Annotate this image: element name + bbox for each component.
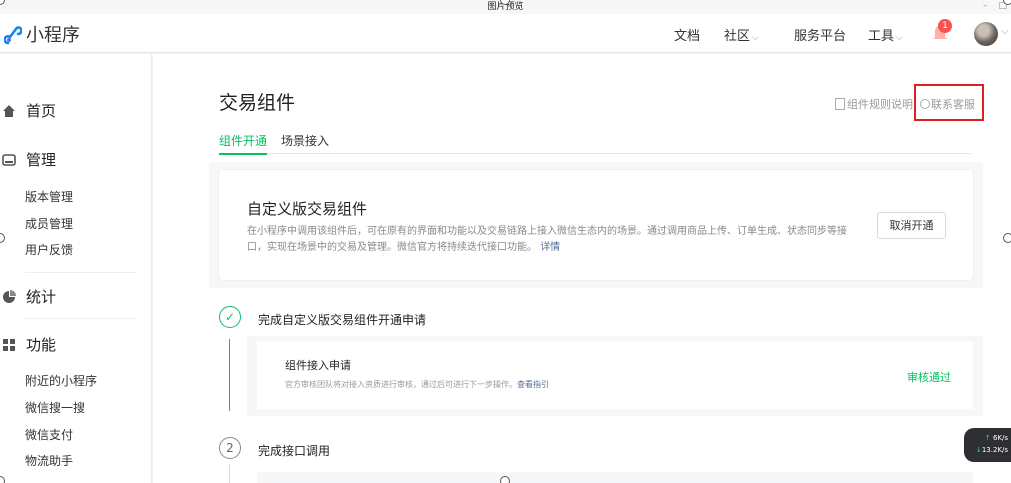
sub-step-description-text: 官方审核团队将对接入资质进行审核，通过后可进行下一步操作。 <box>285 380 517 389</box>
download-speed: 13.2K/s <box>964 444 1011 456</box>
minimize-button[interactable]: – <box>983 1 988 11</box>
resize-handle[interactable] <box>1003 233 1011 243</box>
rule-link[interactable]: 组件规则说明 <box>835 96 913 112</box>
step-title: 完成接口调用 <box>258 444 331 458</box>
sub-step-title: 组件接入申请 <box>285 359 351 372</box>
status-badge: 审核通过 <box>907 371 951 384</box>
card-description: 在小程序中调用该组件后，可在原有的界面和功能以及交易链路上接入微信生态内的场景。… <box>247 224 847 256</box>
page-title: 交易组件 <box>219 92 296 114</box>
detail-link[interactable]: 详情 <box>540 242 560 253</box>
feature-icon <box>3 338 15 351</box>
step-connector <box>229 464 230 483</box>
tab-scene-access[interactable]: 场景接入 <box>281 132 329 149</box>
manage-icon <box>2 153 16 166</box>
notification-badge: 1 <box>938 19 952 33</box>
sub-step-card: 组件接入申请 官方审核团队将对接入资质进行审核，通过后可进行下一步操作。查看指引… <box>257 341 973 409</box>
tab-activation[interactable]: 组件开通 <box>219 132 268 155</box>
sidebar-item-pay[interactable]: 微信支付 <box>25 426 73 443</box>
sub-step-description: 官方审核团队将对接入资质进行审核，通过后可进行下一步操作。查看指引 <box>285 379 549 390</box>
main-content: 交易组件 组件规则说明 联系客服 组件开通 场景接入 自定义版交易组件 在小程序… <box>153 54 1011 483</box>
avatar[interactable] <box>974 22 998 46</box>
sidebar-item-manage[interactable]: 管理 <box>0 149 56 170</box>
sidebar-item-feedback[interactable]: 用户反馈 <box>25 241 73 258</box>
sidebar-item-search[interactable]: 微信搜一搜 <box>25 399 85 416</box>
contact-service-link[interactable]: 联系客服 <box>920 96 975 112</box>
guide-link[interactable]: 查看指引 <box>517 380 549 389</box>
chevron-down-icon: ⌵ <box>752 33 759 43</box>
upload-speed: 6K/s <box>964 432 1011 444</box>
tab-bar: 组件开通 场景接入 <box>219 132 971 155</box>
sidebar-item-stats[interactable]: 统计 <box>0 286 56 307</box>
nav-tools-label: 工具 <box>868 29 895 44</box>
sidebar-item-label: 统计 <box>26 288 57 306</box>
step-title: 完成自定义版交易组件开通申请 <box>258 313 427 327</box>
check-icon: ✓ <box>219 306 241 328</box>
home-icon <box>3 104 15 117</box>
resize-handle[interactable] <box>500 476 510 483</box>
nav-community[interactable]: 社区 ⌵ <box>724 25 759 44</box>
sidebar-item-nearby[interactable]: 附近的小程序 <box>25 372 97 389</box>
document-icon <box>835 98 845 110</box>
nav-community-label: 社区 <box>724 29 751 44</box>
sidebar-item-label: 功能 <box>26 336 57 354</box>
step-number: 2 <box>219 437 241 459</box>
sidebar-item-features[interactable]: 功能 <box>0 334 56 355</box>
contact-link-label: 联系客服 <box>931 98 975 111</box>
sidebar-item-logistics[interactable]: 物流助手 <box>25 452 73 469</box>
nav-tools[interactable]: 工具 ⌵ <box>868 25 903 44</box>
card-title: 自定义版交易组件 <box>247 200 368 218</box>
next-step-card <box>257 472 973 483</box>
headset-icon <box>920 99 930 109</box>
step-connector <box>229 339 230 411</box>
rule-link-label: 组件规则说明 <box>847 98 913 111</box>
nav-service-platform[interactable]: 服务平台 <box>794 25 846 44</box>
sidebar-item-home[interactable]: 首页 <box>0 100 56 121</box>
brand-name: 小程序 <box>26 25 80 46</box>
sidebar-item-version[interactable]: 版本管理 <box>25 188 73 205</box>
nav-docs[interactable]: 文档 <box>674 25 700 44</box>
sidebar-divider <box>25 318 137 319</box>
cancel-activation-button[interactable]: 取消开通 <box>877 212 946 239</box>
top-navbar: 小程序 文档 社区 ⌵ 服务平台 工具 ⌵ 1 ⌵ <box>0 14 1011 53</box>
network-speed-widget[interactable]: 6K/s 13.2K/s <box>964 428 1011 462</box>
stats-icon <box>3 289 16 303</box>
miniprogram-logo-icon <box>4 26 22 45</box>
brand[interactable]: 小程序 <box>4 21 80 47</box>
sidebar-item-members[interactable]: 成员管理 <box>25 215 73 232</box>
chevron-down-icon[interactable]: ⌵ <box>1001 26 1009 37</box>
sidebar-item-label: 管理 <box>26 151 57 169</box>
sidebar-item-label: 首页 <box>26 102 57 120</box>
chevron-down-icon: ⌵ <box>896 33 903 43</box>
sidebar: 首页 管理 版本管理 成员管理 用户反馈 统计 功能 附近的小程序 微信搜一搜 … <box>0 54 152 483</box>
component-card: 自定义版交易组件 在小程序中调用该组件后，可在原有的界面和功能以及交易链路上接入… <box>219 170 973 280</box>
sidebar-divider <box>25 272 137 273</box>
window-controls: – □ <box>975 0 1007 14</box>
